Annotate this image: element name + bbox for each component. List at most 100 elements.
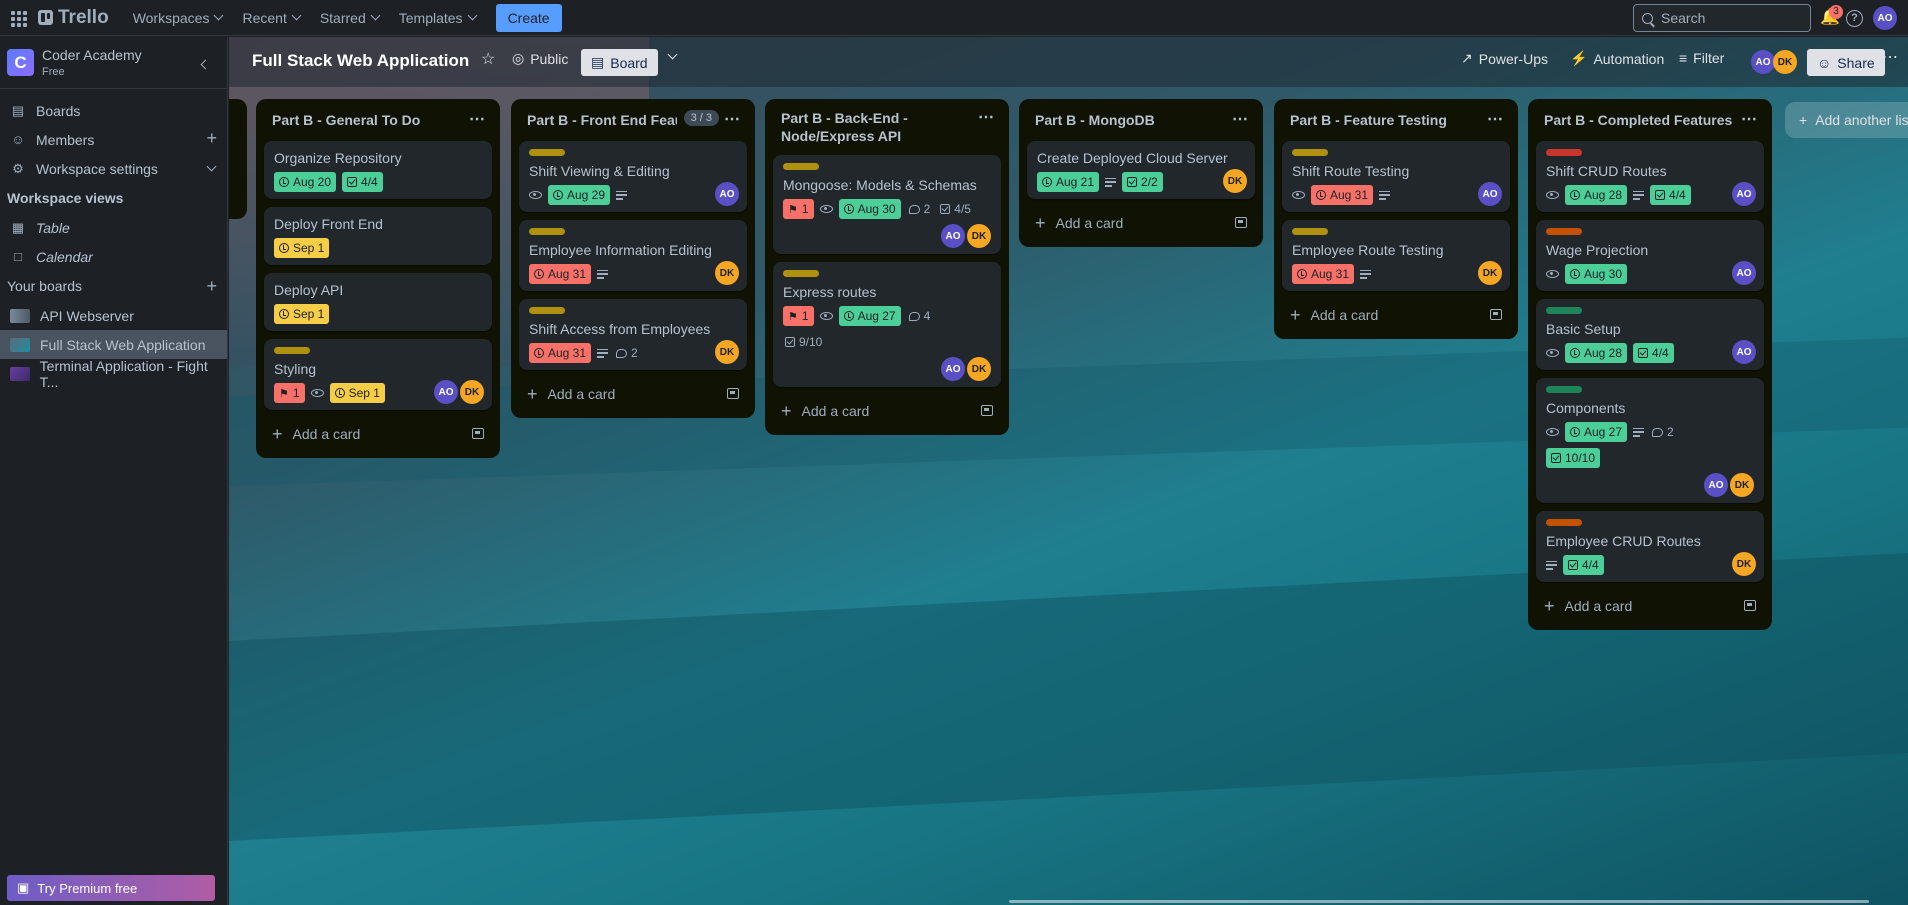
app-switcher-icon[interactable]	[8, 8, 28, 28]
add-card-button[interactable]: + Add a card	[264, 418, 492, 450]
card-label[interactable]	[1292, 228, 1328, 235]
list-menu-icon[interactable]: ⋯	[469, 109, 486, 129]
due-date-badge[interactable]: Aug 31	[529, 264, 592, 284]
due-date-badge[interactable]: Sep 1	[274, 238, 330, 258]
card[interactable]: Mongoose: Models & Schemas ⚑ 1 Aug 30 2 4…	[773, 155, 1001, 254]
card-label[interactable]	[274, 347, 310, 354]
list-title[interactable]: Part B - MongoDB	[1035, 112, 1155, 128]
card[interactable]: Styling ⚑ 1 Sep 1 AO DK	[264, 339, 492, 410]
due-date-badge[interactable]: Sep 1	[274, 304, 330, 324]
list-menu-icon[interactable]: ⋯	[1232, 109, 1249, 129]
list-header[interactable]: Part B - General To Do ⋯	[264, 99, 492, 141]
avatar[interactable]: DK	[1730, 473, 1754, 497]
help-icon[interactable]: ?	[1846, 9, 1863, 27]
avatar[interactable]: DK	[1223, 169, 1247, 193]
search-input[interactable]: Search	[1633, 4, 1811, 32]
due-date-badge[interactable]: Sep 1	[329, 383, 385, 403]
card-template-icon[interactable]	[1235, 217, 1247, 228]
due-date-badge[interactable]: Aug 30	[1565, 264, 1628, 284]
sidebar-item-calendar[interactable]: □ Calendar	[0, 242, 227, 271]
avatar[interactable]: AO	[1732, 340, 1756, 364]
list-title[interactable]: Part B - Front End Feautures	[527, 112, 677, 128]
card[interactable]: Employee CRUD Routes 4/4 DK	[1536, 511, 1764, 582]
list-header[interactable]: Part B - MongoDB ⋯	[1027, 99, 1255, 141]
card[interactable]: Shift Route Testing Aug 31 AO	[1282, 141, 1510, 212]
avatar[interactable]: AO	[941, 357, 965, 381]
card-label[interactable]	[1546, 519, 1582, 526]
board-members[interactable]: AO DK	[1751, 50, 1797, 74]
avatar[interactable]: DK	[715, 261, 739, 285]
due-date-badge[interactable]: Aug 28	[1565, 343, 1628, 363]
avatar[interactable]: DK	[967, 224, 991, 248]
list-header[interactable]: Part B - Feature Testing ⋯	[1282, 99, 1510, 141]
avatar[interactable]: AO	[1732, 261, 1756, 285]
views-chevron-icon[interactable]	[667, 49, 678, 60]
avatar[interactable]: AO	[1751, 50, 1775, 74]
add-member-icon[interactable]: +	[206, 129, 217, 147]
card[interactable]: Deploy Front End Sep 1	[264, 207, 492, 265]
power-ups-button[interactable]: ↗ Power-Ups	[1461, 50, 1548, 67]
add-card-button[interactable]: + Add a card	[773, 395, 1001, 427]
share-button[interactable]: ☺ Share	[1807, 49, 1885, 76]
visibility-button[interactable]: ◎ Public	[512, 50, 568, 67]
list-header[interactable]: Part B - Completed Features ⋯	[1536, 99, 1764, 141]
due-date-badge[interactable]: Aug 28	[1565, 185, 1628, 205]
avatar[interactable]: AO	[1478, 182, 1502, 206]
user-avatar[interactable]: AO	[1873, 6, 1897, 30]
list-title[interactable]: Part B - General To Do	[272, 112, 420, 128]
card-label[interactable]	[1546, 386, 1582, 393]
avatar[interactable]: DK	[967, 357, 991, 381]
star-board-icon[interactable]: ☆	[481, 49, 495, 69]
board-title[interactable]: Full Stack Web Application	[252, 51, 469, 71]
sidebar-board-full-stack-web-application[interactable]: Full Stack Web Application	[0, 330, 227, 359]
list-menu-icon[interactable]: ⋯	[978, 109, 995, 127]
sidebar-item-boards[interactable]: ▤ Boards	[0, 96, 227, 125]
card-label[interactable]	[1292, 149, 1328, 156]
nav-templates-menu[interactable]: Templates	[389, 4, 486, 32]
add-card-button[interactable]: + Add a card	[1027, 207, 1255, 239]
card-label[interactable]	[783, 163, 819, 170]
list-title-line-1[interactable]: Part B - Back-End -	[781, 110, 908, 126]
list-menu-icon[interactable]: ⋯	[724, 109, 741, 129]
list-header[interactable]: Part B - Front End Feautures 3 / 3 ⋯	[519, 99, 747, 141]
card[interactable]: Express routes ⚑ 1 Aug 27 4 9/10 AO DK	[773, 262, 1001, 387]
add-card-button[interactable]: + Add a card	[1282, 299, 1510, 331]
avatar[interactable]: DK	[1478, 261, 1502, 285]
card-template-icon[interactable]	[1490, 309, 1502, 320]
horizontal-scrollbar[interactable]	[1009, 900, 1869, 903]
sidebar-item-members[interactable]: ☺ Members +	[0, 125, 227, 154]
add-card-button[interactable]: + Add a card	[1536, 590, 1764, 622]
due-date-badge[interactable]: Aug 30	[838, 199, 901, 219]
list-title-line-2[interactable]: Node/Express API	[781, 128, 901, 144]
card-label[interactable]	[529, 149, 565, 156]
due-date-badge[interactable]: Aug 20	[274, 172, 337, 192]
nav-workspaces-menu[interactable]: Workspaces	[123, 4, 233, 32]
trello-logo[interactable]: Trello	[38, 7, 109, 29]
card-template-icon[interactable]	[1744, 600, 1756, 611]
add-board-icon[interactable]: +	[206, 277, 217, 295]
list-menu-icon[interactable]: ⋯	[1741, 109, 1758, 129]
more-options-icon[interactable]: ⋯	[1882, 47, 1898, 67]
list-title[interactable]: Part B - Feature Testing	[1290, 112, 1447, 128]
due-date-badge[interactable]: Aug 31	[1311, 185, 1374, 205]
sidebar-item-table[interactable]: ▦ Table	[0, 213, 227, 242]
due-date-badge[interactable]: Aug 21	[1037, 172, 1100, 192]
card[interactable]: Basic Setup Aug 28 4/4 AO	[1536, 299, 1764, 370]
card[interactable]: Components Aug 27 2 10/10 AO DK	[1536, 378, 1764, 503]
card[interactable]: Shift CRUD Routes Aug 28 4/4 AO	[1536, 141, 1764, 212]
card-label[interactable]	[1546, 307, 1582, 314]
card[interactable]: Organize Repository Aug 20 4/4	[264, 141, 492, 199]
avatar[interactable]: AO	[1704, 473, 1728, 497]
avatar[interactable]: DK	[1732, 552, 1756, 576]
create-button[interactable]: Create	[495, 3, 562, 32]
list-title[interactable]: Part B - Completed Features	[1544, 112, 1732, 128]
due-date-badge[interactable]: Aug 31	[529, 343, 592, 363]
avatar[interactable]: AO	[434, 380, 458, 404]
add-card-button[interactable]: + Add a card	[519, 378, 747, 410]
due-date-badge[interactable]: Aug 31	[1292, 264, 1355, 284]
nav-recent-menu[interactable]: Recent	[232, 4, 309, 32]
card-label[interactable]	[529, 228, 565, 235]
notifications-button[interactable]: 🔔 3	[1820, 5, 1843, 26]
card-label[interactable]	[1546, 228, 1582, 235]
due-date-badge[interactable]: Aug 29	[548, 185, 611, 205]
